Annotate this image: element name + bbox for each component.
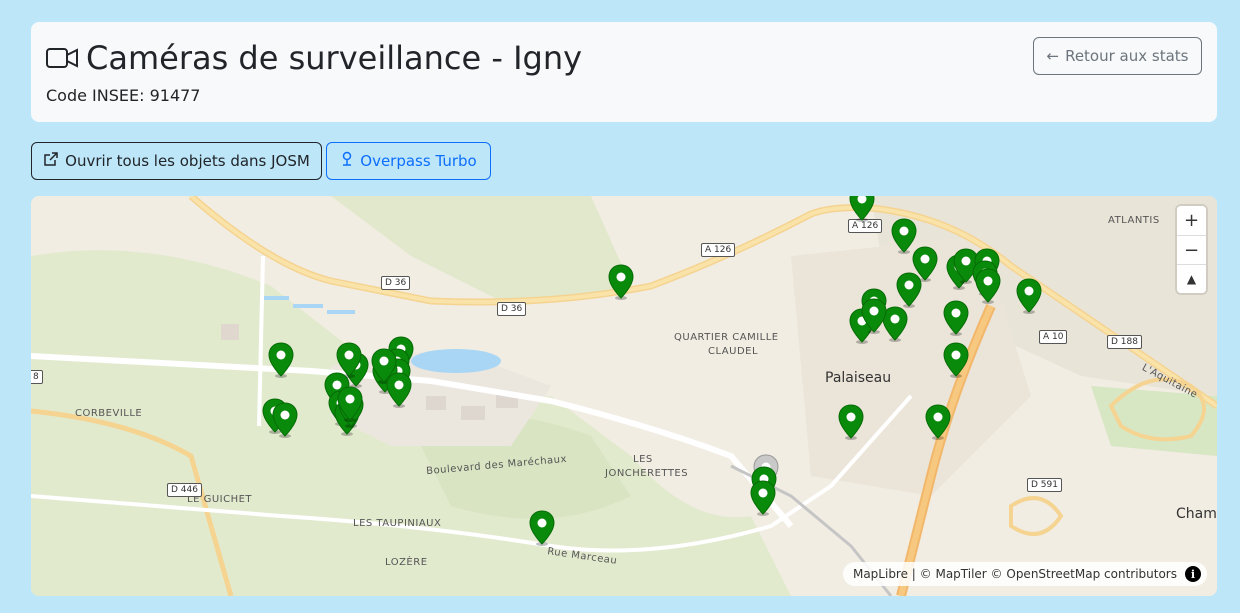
road-shield: A 126 xyxy=(701,243,736,257)
place-label: LOZÈRE xyxy=(385,557,428,568)
place-label: Palaiseau xyxy=(825,370,892,386)
camera-marker[interactable] xyxy=(925,404,951,440)
back-to-stats-label: Retour aux stats xyxy=(1065,47,1189,65)
camera-marker[interactable] xyxy=(861,298,887,334)
camera-marker[interactable] xyxy=(272,402,298,438)
place-label: LES xyxy=(633,454,653,465)
insee-code: Code INSEE: 91477 xyxy=(46,86,201,105)
open-in-josm-button[interactable]: Ouvrir tous les objets dans JOSM xyxy=(31,142,322,180)
road-shield: D 36 xyxy=(497,302,527,316)
camera-marker[interactable] xyxy=(838,404,864,440)
camera-marker[interactable] xyxy=(896,272,922,308)
camera-marker[interactable] xyxy=(529,510,555,546)
camera-marker[interactable] xyxy=(943,300,969,336)
place-label: CLAUDEL xyxy=(708,346,759,357)
camera-marker[interactable] xyxy=(386,372,412,408)
overpass-turbo-button[interactable]: Overpass Turbo xyxy=(326,142,491,180)
open-in-josm-label: Ouvrir tous les objets dans JOSM xyxy=(65,152,310,170)
camera-marker[interactable] xyxy=(608,264,634,300)
overpass-turbo-label: Overpass Turbo xyxy=(360,152,477,170)
camera-icon xyxy=(46,46,78,70)
compass-icon: ▲ xyxy=(1186,272,1197,286)
back-to-stats-button[interactable]: ← Retour aux stats xyxy=(1033,37,1202,75)
map-basemap xyxy=(31,196,1217,596)
road-shield: D 188 xyxy=(1107,335,1142,349)
zoom-out-button[interactable]: − xyxy=(1177,235,1206,264)
external-link-icon xyxy=(43,151,59,171)
road-shield: A 10 xyxy=(1039,330,1068,344)
camera-marker[interactable] xyxy=(337,386,363,422)
camera-marker[interactable] xyxy=(975,268,1001,304)
page-title: Caméras de surveillance - Igny xyxy=(86,39,583,77)
arrow-left-icon: ← xyxy=(1046,47,1060,65)
camera-marker[interactable] xyxy=(943,342,969,378)
place-label: QUARTIER CAMILLE xyxy=(674,332,779,343)
camera-marker[interactable] xyxy=(1016,278,1042,314)
compass-button[interactable]: ▲ xyxy=(1177,264,1206,293)
info-icon[interactable]: i xyxy=(1185,566,1201,582)
map[interactable]: CORBEVILLE LE GUICHET LES TAUPINIAUX LOZ… xyxy=(31,196,1217,596)
camera-marker[interactable] xyxy=(849,196,875,222)
road-shield: D 36 xyxy=(381,276,411,290)
pin-icon xyxy=(340,151,354,171)
zoom-in-button[interactable]: + xyxy=(1177,206,1206,235)
title-row: Caméras de surveillance - Igny xyxy=(46,38,582,78)
map-attribution: MapLibre | © MapTiler © OpenStreetMap co… xyxy=(842,562,1207,586)
place-label: CORBEVILLE xyxy=(75,408,143,419)
map-navigation-control: + − ▲ xyxy=(1177,206,1206,293)
road-shield: D 446 xyxy=(167,483,202,497)
road-shield: 8 xyxy=(31,370,43,384)
camera-marker[interactable] xyxy=(268,342,294,378)
camera-marker[interactable] xyxy=(750,480,776,516)
place-label: ATLANTIS xyxy=(1108,215,1160,226)
place-label: LES TAUPINIAUX xyxy=(353,518,442,529)
place-label: JONCHERETTES xyxy=(605,468,689,479)
attribution-text: MapLibre | © MapTiler © OpenStreetMap co… xyxy=(852,567,1177,581)
road-shield: D 591 xyxy=(1027,478,1062,492)
header-card: Caméras de surveillance - Igny Code INSE… xyxy=(31,22,1217,122)
place-label: Cham xyxy=(1176,506,1217,522)
